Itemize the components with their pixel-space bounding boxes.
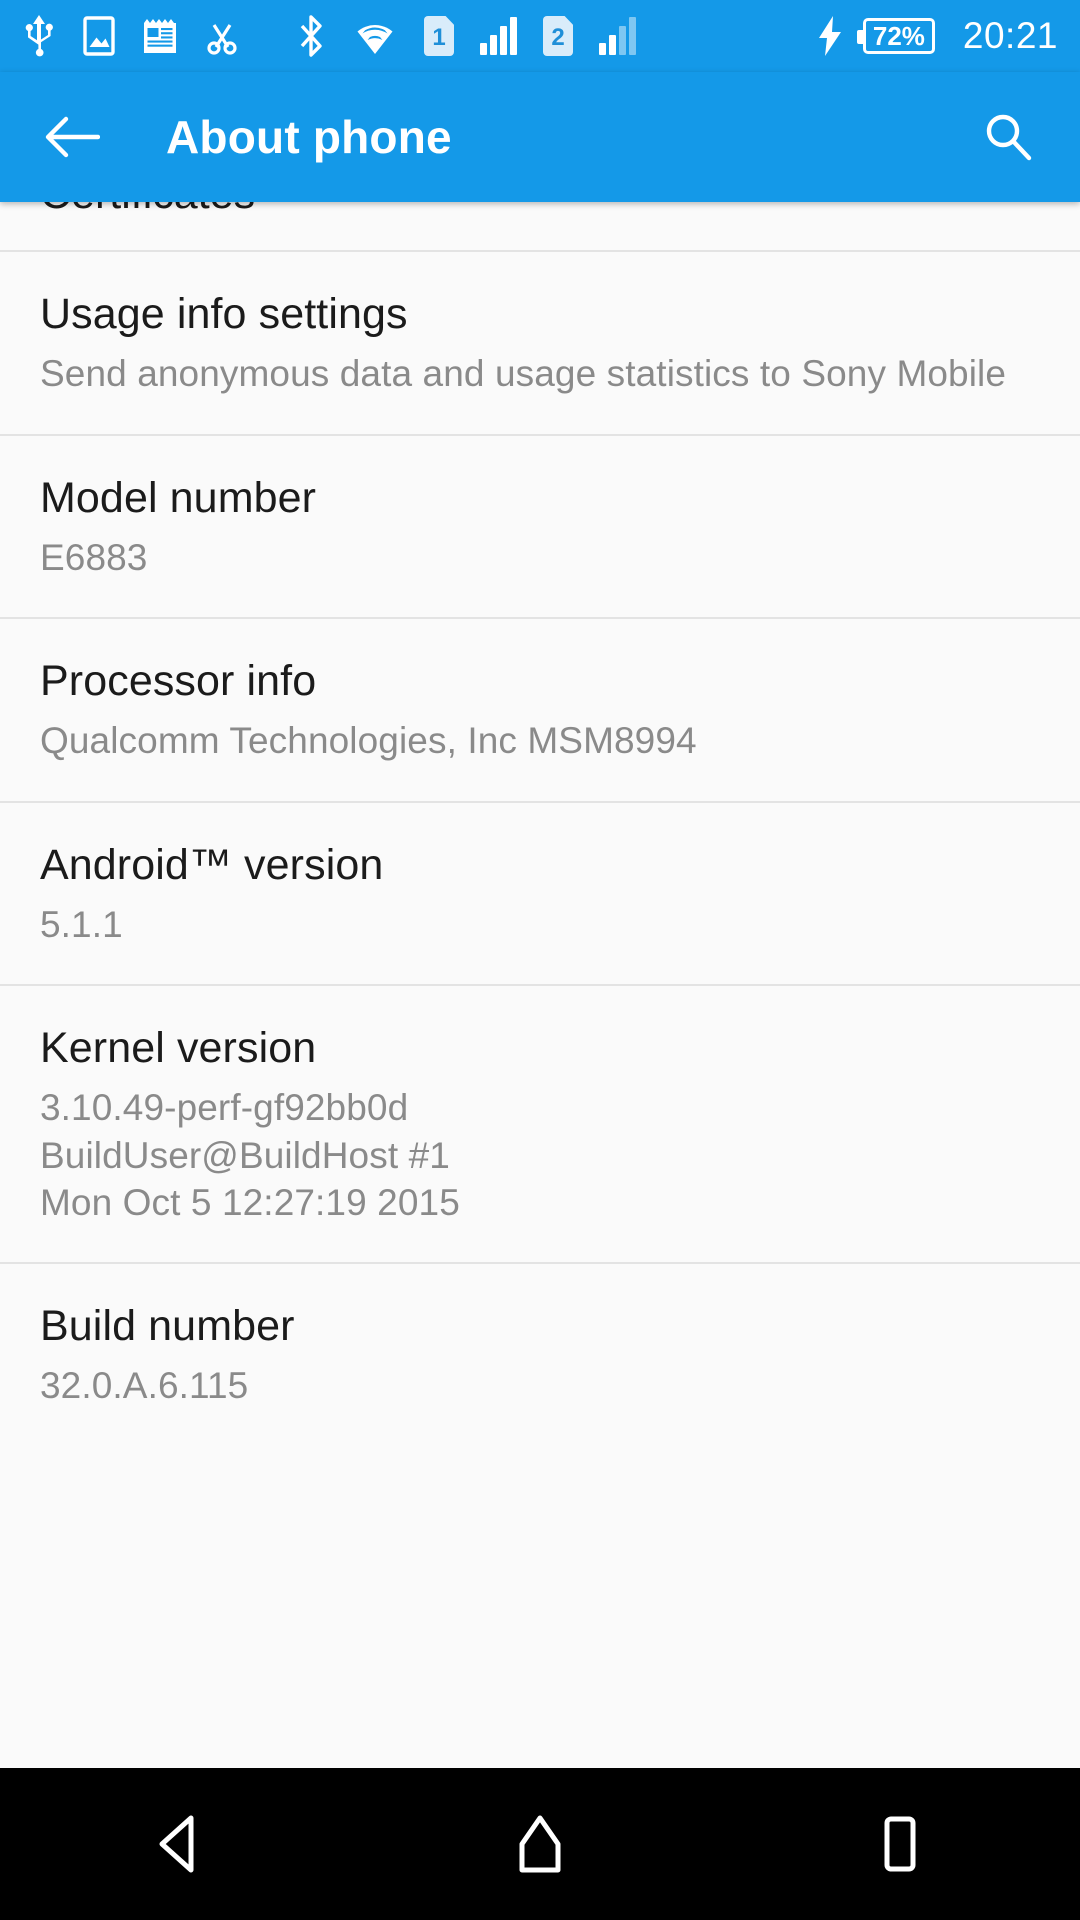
navigation-bar xyxy=(0,1768,1080,1920)
status-bar-left-icons: 1 2 xyxy=(22,14,636,58)
scissors-icon xyxy=(207,24,237,55)
news-notepad-icon xyxy=(144,19,176,53)
wifi-icon xyxy=(357,25,393,54)
list-item-title: Processor info xyxy=(40,657,317,706)
sim2-signal-bars-icon xyxy=(599,17,636,55)
list-item-title: Android™ version xyxy=(40,840,384,889)
list-item-android-version[interactable]: Android™ version 5.1.1 xyxy=(0,800,1080,985)
back-button[interactable] xyxy=(40,105,104,169)
nav-back-button[interactable] xyxy=(105,1789,255,1899)
list-item-subtitle: Qualcomm Technologies, Inc MSM8994 xyxy=(40,720,697,762)
nav-recents-button[interactable] xyxy=(825,1789,975,1899)
sim2-label: 2 xyxy=(551,23,565,51)
battery-icon: 72% xyxy=(856,18,935,54)
list-item-subtitle: 5.1.1 xyxy=(40,903,123,945)
settings-list[interactable]: Certificates Usage info settings Send an… xyxy=(0,202,1080,1768)
list-item-model-number[interactable]: Model number E6883 xyxy=(0,433,1080,618)
list-item-processor-info[interactable]: Processor info Qualcomm Technologies, In… xyxy=(0,617,1080,801)
list-item-certificates-clipped[interactable]: Certificates xyxy=(0,202,1080,250)
list-item-title: Build number xyxy=(40,1302,295,1351)
bluetooth-icon xyxy=(300,15,322,57)
nav-recents-icon xyxy=(884,1816,916,1872)
list-item-title: Kernel version xyxy=(40,1024,317,1073)
list-item-subtitle: 3.10.49-perf-gf92bb0d BuildUser@BuildHos… xyxy=(40,1087,460,1223)
sim1-label: 1 xyxy=(432,23,446,51)
list-item-kernel-version[interactable]: Kernel version 3.10.49-perf-gf92bb0d Bui… xyxy=(0,984,1080,1263)
back-arrow-icon xyxy=(45,116,100,158)
search-button[interactable] xyxy=(976,105,1040,169)
charging-bolt-icon xyxy=(818,16,841,56)
phone-screen: 1 2 72% 20:21 About phone Usage info set… xyxy=(0,0,1080,1920)
sim1-icon: 1 xyxy=(424,16,454,56)
sim1-signal-bars-icon xyxy=(480,17,517,55)
battery-level-label: 72% xyxy=(872,20,925,51)
nav-back-triangle-icon xyxy=(159,1815,194,1873)
status-bar-clock: 20:21 xyxy=(962,15,1058,56)
sim2-icon: 2 xyxy=(543,16,573,56)
list-item-subtitle: 32.0.A.6.115 xyxy=(40,1365,249,1407)
page-title: About phone xyxy=(166,111,452,163)
list-item-subtitle: E6883 xyxy=(40,536,148,578)
nav-home-icon xyxy=(519,1815,561,1873)
list-item-usage-info-settings[interactable]: Usage info settings Send anonymous data … xyxy=(0,250,1080,434)
list-item-title: Usage info settings xyxy=(40,290,408,338)
screenshot-image-icon xyxy=(83,16,115,56)
nav-home-button[interactable] xyxy=(465,1789,615,1899)
list-item-title: Model number xyxy=(40,473,317,522)
list-item-title: Certificates xyxy=(40,202,255,219)
status-bar: 1 2 72% 20:21 xyxy=(0,0,1080,72)
list-item-subtitle: Send anonymous data and usage statistics… xyxy=(40,353,1007,395)
search-icon xyxy=(986,114,1032,161)
status-bar-right-icons: 72% 20:21 xyxy=(817,15,1058,57)
list-item-build-number[interactable]: Build number 32.0.A.6.115 xyxy=(0,1262,1080,1446)
app-bar: About phone xyxy=(0,72,1080,202)
usb-icon xyxy=(25,15,53,57)
